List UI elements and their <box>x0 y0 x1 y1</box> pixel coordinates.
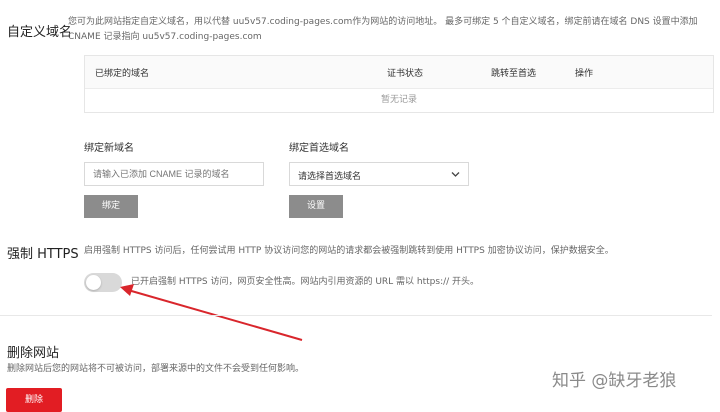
watermark-text: 知乎 @缺牙老狼 <box>552 371 677 391</box>
delete-site-title: 删除网站 <box>7 346 60 361</box>
delete-site-description: 删除网站后您的网站将不可被访问，部署来源中的文件不会受到任何影响。 <box>7 364 305 374</box>
delete-button[interactable]: 删除 <box>6 388 62 412</box>
arrow-annotation <box>120 284 303 341</box>
section-divider <box>0 315 712 316</box>
